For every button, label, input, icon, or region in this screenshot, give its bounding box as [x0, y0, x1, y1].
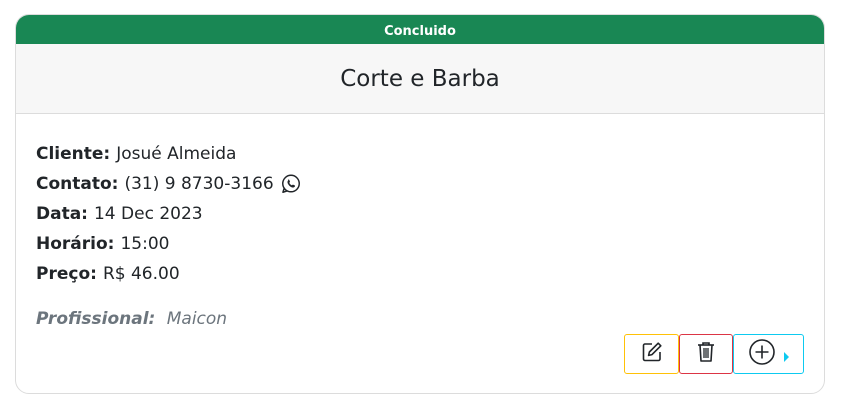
status-label: Concluido — [384, 24, 456, 39]
action-buttons — [624, 334, 804, 374]
add-options-button[interactable] — [733, 334, 804, 374]
client-label: Cliente: — [36, 144, 111, 164]
trash-icon — [695, 340, 717, 368]
appointment-card: Concluido Corte e Barba Cliente: Josué A… — [15, 14, 825, 394]
time-row: Horário: 15:00 — [36, 229, 804, 259]
professional-value: Maicon — [166, 309, 228, 329]
date-value: 14 Dec 2023 — [93, 204, 203, 224]
date-row: Data: 14 Dec 2023 — [36, 199, 804, 229]
whatsapp-icon[interactable] — [280, 173, 302, 195]
price-label: Preço: — [36, 264, 97, 284]
caret-right-icon — [784, 352, 789, 362]
time-label: Horário: — [36, 234, 115, 254]
card-body: Cliente: Josué Almeida Contato: (31) 9 8… — [16, 114, 824, 374]
contact-label: Contato: — [36, 174, 119, 194]
delete-button[interactable] — [679, 334, 733, 374]
date-label: Data: — [36, 204, 88, 224]
card-header: Corte e Barba — [16, 44, 824, 114]
time-value: 15:00 — [120, 234, 170, 254]
professional-row: Profissional: Maicon — [36, 309, 804, 329]
edit-icon — [640, 340, 664, 368]
professional-label: Profissional: — [36, 309, 156, 329]
plus-circle-icon — [748, 338, 776, 370]
edit-button[interactable] — [624, 334, 679, 374]
price-row: Preço: R$ 46.00 — [36, 259, 804, 289]
service-title: Corte e Barba — [340, 65, 500, 92]
client-value: Josué Almeida — [116, 144, 237, 164]
contact-value: (31) 9 8730-3166 — [124, 174, 274, 194]
contact-row: Contato: (31) 9 8730-3166 — [36, 169, 804, 199]
price-value: R$ 46.00 — [102, 264, 180, 284]
client-row: Cliente: Josué Almeida — [36, 139, 804, 169]
status-badge: Concluido — [16, 15, 824, 44]
